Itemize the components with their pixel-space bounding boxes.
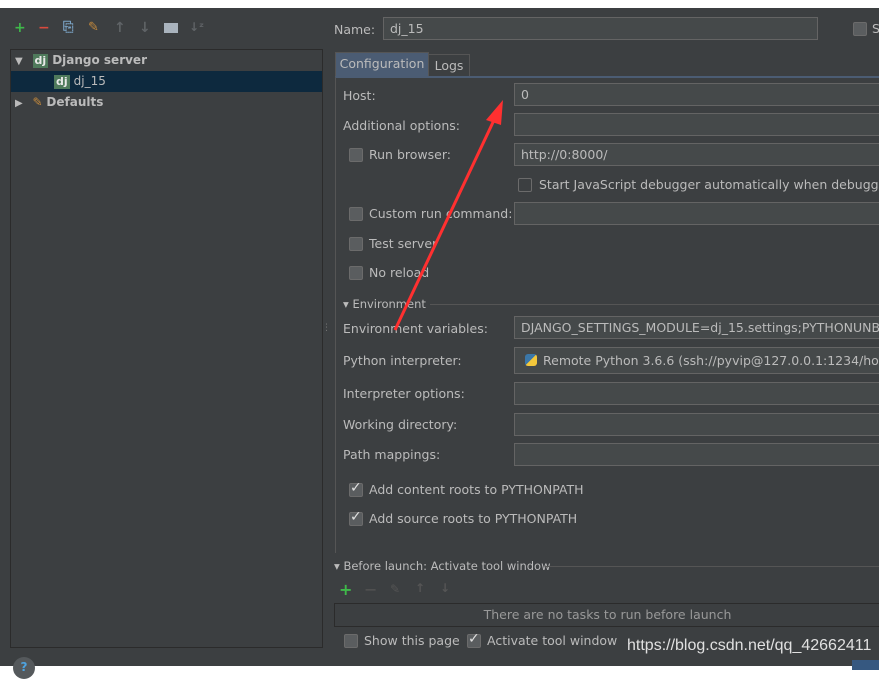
arrow-line (393, 117, 497, 331)
arrow-head (486, 100, 503, 125)
run-config-dialog: + − ⎘ ✎ ↑ ↓ ↓ᶻ ▼ dj Django server dj dj_15… (0, 8, 879, 679)
annotation-arrow (393, 100, 503, 331)
